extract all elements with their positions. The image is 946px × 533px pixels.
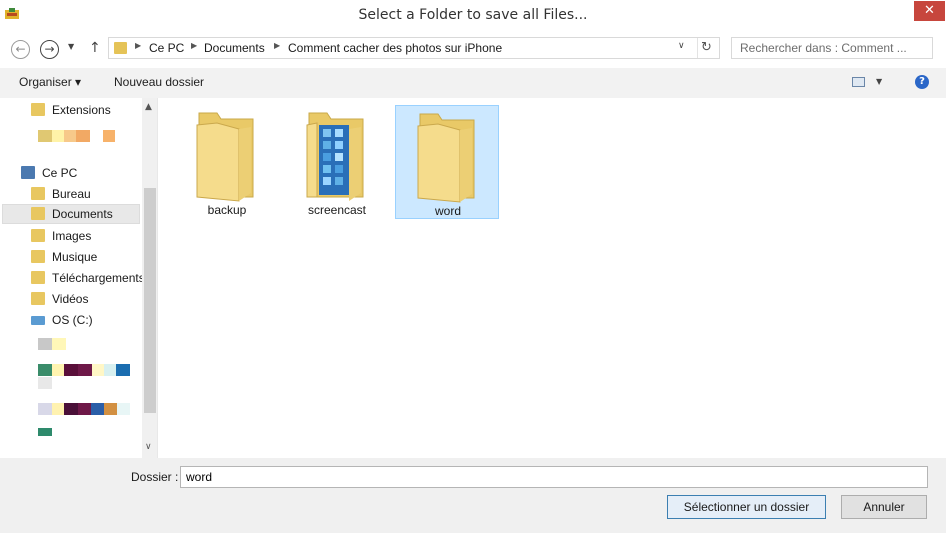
folder-label: backup	[207, 203, 247, 217]
help-icon[interactable]: ?	[915, 75, 929, 89]
downloads-folder-icon	[31, 271, 45, 284]
pictures-folder-icon	[31, 229, 45, 242]
select-folder-button[interactable]: Sélectionner un dossier	[667, 495, 826, 519]
folder-label: screencast	[307, 203, 367, 217]
search-placeholder: Rechercher dans : Comment ...	[740, 41, 907, 55]
sidebar-item-images[interactable]: Images	[2, 226, 140, 246]
recent-locations-dropdown[interactable]: ▼	[68, 42, 74, 51]
address-dropdown[interactable]: ∨	[678, 41, 685, 51]
search-input[interactable]: Rechercher dans : Comment ...	[731, 37, 933, 59]
sidebar-item-label: Extensions	[52, 103, 111, 117]
sidebar-item-label: Ce PC	[42, 166, 78, 180]
folder-field-label: Dossier :	[131, 470, 179, 484]
folder-item-screencast[interactable]: screencast	[285, 105, 389, 219]
documents-folder-icon	[31, 207, 45, 220]
sidebar-item-documents[interactable]: Documents	[2, 204, 140, 224]
forward-button[interactable]: →	[40, 40, 59, 59]
refresh-button[interactable]: ↻	[701, 40, 712, 55]
sidebar-item-label: Vidéos	[52, 292, 89, 306]
cancel-button[interactable]: Annuler	[841, 495, 927, 519]
chevron-right-icon: ▶	[191, 41, 198, 50]
sidebar-scrollbar[interactable]: ▲ ∨	[142, 98, 157, 458]
title-bar: Select a Folder to save all Files... ✕	[0, 0, 946, 31]
arrow-left-icon: ←	[15, 42, 26, 56]
music-folder-icon	[31, 250, 45, 263]
close-button[interactable]: ✕	[914, 1, 945, 21]
sidebar-item-extensions[interactable]: Extensions	[2, 100, 140, 120]
arrow-right-icon: →	[44, 42, 55, 56]
file-list: backup screencast word	[159, 98, 946, 458]
folder-icon	[114, 42, 127, 54]
back-button[interactable]: ←	[11, 40, 30, 59]
view-dropdown[interactable]: ▼	[876, 77, 882, 86]
sidebar-item-label: Documents	[52, 207, 113, 221]
folder-icon	[417, 113, 475, 203]
navigation-bar: ← → ▼ ↑ ▶ Ce PC ▶ Documents ▶ Comment ca…	[0, 31, 946, 68]
folder-label: word	[434, 204, 461, 218]
sidebar-item-label: OS (C:)	[52, 313, 93, 327]
videos-folder-icon	[31, 292, 45, 305]
command-bar: Organiser ▾ Nouveau dossier ▼ ?	[0, 68, 946, 98]
chevron-right-icon: ▶	[135, 41, 142, 50]
computer-icon	[21, 166, 35, 179]
sidebar-item-label: Bureau	[52, 187, 91, 201]
view-options-icon[interactable]	[852, 77, 865, 87]
window-title: Select a Folder to save all Files...	[358, 7, 588, 23]
sidebar-item-label: Images	[52, 229, 92, 243]
chevron-down-icon: ▾	[75, 75, 82, 89]
breadcrumb-documents[interactable]: Documents	[204, 41, 265, 55]
breadcrumb-ce-pc[interactable]: Ce PC	[149, 41, 184, 55]
sidebar-item-videos[interactable]: Vidéos	[2, 289, 140, 309]
up-button[interactable]: ↑	[89, 40, 101, 56]
desktop-folder-icon	[31, 187, 45, 200]
organize-label: Organiser	[19, 75, 72, 89]
drive-icon	[31, 316, 45, 325]
folder-item-word[interactable]: word	[395, 105, 499, 219]
sidebar-item-os-c[interactable]: OS (C:)	[2, 310, 140, 330]
divider	[697, 38, 698, 58]
folder-name-input[interactable]: word	[180, 466, 928, 488]
scrollbar-thumb[interactable]	[144, 188, 156, 413]
folder-icon	[196, 112, 254, 202]
sidebar-item-telechargements[interactable]: Téléchargements	[2, 268, 145, 288]
folder-icon	[31, 103, 45, 116]
sidebar-item-ce-pc[interactable]: Ce PC	[2, 163, 140, 183]
address-bar[interactable]: ▶ Ce PC ▶ Documents ▶ Comment cacher des…	[108, 37, 720, 59]
breadcrumb-current-folder[interactable]: Comment cacher des photos sur iPhone	[288, 41, 502, 55]
sidebar-item-label: Musique	[52, 250, 98, 264]
sidebar-item-musique[interactable]: Musique	[2, 247, 140, 267]
organize-button[interactable]: Organiser ▾	[19, 75, 81, 89]
sidebar-item-bureau[interactable]: Bureau	[2, 184, 140, 204]
scroll-down-icon[interactable]: ∨	[145, 442, 152, 452]
dialog-footer: Dossier : word Sélectionner un dossier A…	[0, 458, 946, 533]
folder-item-backup[interactable]: backup	[175, 105, 279, 219]
new-folder-button[interactable]: Nouveau dossier	[114, 75, 204, 89]
folder-with-screenshots-icon	[306, 112, 364, 201]
chevron-right-icon: ▶	[274, 41, 281, 50]
navigation-pane: Extensions Ce PC Bureau Documents Images…	[0, 98, 158, 458]
scroll-up-icon[interactable]: ▲	[145, 102, 152, 112]
sidebar-item-label: Téléchargements	[52, 271, 145, 285]
